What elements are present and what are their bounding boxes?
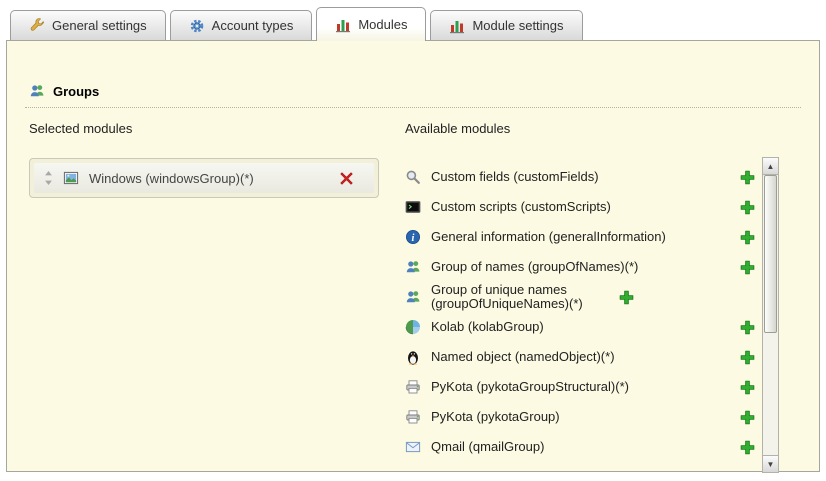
- modules-icon: [335, 17, 351, 33]
- printer-icon: [405, 379, 421, 395]
- add-module-icon[interactable]: [740, 170, 755, 185]
- section-heading: Groups: [29, 83, 99, 99]
- terminal-icon: [405, 199, 421, 215]
- selected-module-row[interactable]: Windows (windowsGroup)(*): [34, 163, 374, 193]
- available-module-row: PyKota (pykotaGroup): [405, 402, 761, 432]
- module-label: Kolab (kolabGroup): [431, 320, 730, 334]
- selected-modules-box: Windows (windowsGroup)(*): [29, 158, 379, 198]
- available-module-row: PyKota (pykotaGroupStructural)(*): [405, 372, 761, 402]
- scroll-up-icon[interactable]: ▲: [763, 158, 778, 175]
- section-title: Groups: [53, 84, 99, 99]
- module-label: Qmail (qmailGroup): [431, 440, 730, 454]
- add-module-icon[interactable]: [740, 320, 755, 335]
- add-module-icon[interactable]: [740, 350, 755, 365]
- available-module-row: General information (generalInformation): [405, 222, 761, 252]
- group-icon: [29, 83, 45, 99]
- available-module-row: Kolab (kolabGroup): [405, 312, 761, 342]
- scroll-down-icon[interactable]: ▼: [763, 455, 778, 472]
- magnifier-icon: [405, 169, 421, 185]
- drag-handle-icon[interactable]: [44, 171, 53, 185]
- tab-label: General settings: [52, 18, 147, 33]
- available-module-row: Qmail (qmailGroup): [405, 432, 761, 462]
- wrench-icon: [29, 18, 45, 34]
- selected-modules-heading: Selected modules: [29, 121, 379, 136]
- printer-icon: [405, 409, 421, 425]
- modules-icon: [449, 18, 465, 34]
- available-modules-list: Custom fields (customFields) Custom scri…: [405, 162, 761, 462]
- dotted-divider: [25, 107, 801, 108]
- mail-icon: [405, 439, 421, 455]
- info-icon: [405, 229, 421, 245]
- selected-module-label: Windows (windowsGroup)(*): [89, 171, 254, 186]
- group-icon: [405, 259, 421, 275]
- available-modules-scrollbar[interactable]: ▲ ▼: [762, 157, 779, 473]
- selected-modules-column: Selected modules Windows (windowsGroup)(…: [29, 121, 379, 198]
- add-module-icon[interactable]: [740, 410, 755, 425]
- module-label: Custom scripts (customScripts): [431, 200, 730, 214]
- available-module-row: Named object (namedObject)(*): [405, 342, 761, 372]
- tab-account-types[interactable]: Account types: [170, 10, 313, 40]
- available-modules-column: Available modules Custom fields (customF…: [405, 121, 761, 462]
- available-module-row: Custom fields (customFields): [405, 162, 761, 192]
- module-label: Custom fields (customFields): [431, 170, 730, 184]
- module-label: PyKota (pykotaGroupStructural)(*): [431, 380, 730, 394]
- available-module-row: Group of names (groupOfNames)(*): [405, 252, 761, 282]
- add-module-icon[interactable]: [740, 200, 755, 215]
- module-label: Group of names (groupOfNames)(*): [431, 260, 730, 274]
- add-module-icon[interactable]: [740, 440, 755, 455]
- tab-label: Account types: [212, 18, 294, 33]
- add-module-icon[interactable]: [740, 380, 755, 395]
- module-label: Named object (namedObject)(*): [431, 350, 730, 364]
- available-modules-heading: Available modules: [405, 121, 761, 136]
- modules-panel: Groups Selected modules Windows (windows…: [6, 40, 820, 472]
- module-label: Group of unique names (groupOfUniqueName…: [431, 283, 609, 311]
- gear-icon: [189, 18, 205, 34]
- penguin-icon: [405, 349, 421, 365]
- tab-label: Module settings: [472, 18, 563, 33]
- module-label: PyKota (pykotaGroup): [431, 410, 730, 424]
- windows-module-icon: [63, 170, 79, 186]
- tab-module-settings[interactable]: Module settings: [430, 10, 582, 40]
- tab-general-settings[interactable]: General settings: [10, 10, 166, 40]
- delete-icon[interactable]: [339, 171, 354, 186]
- kolab-icon: [405, 319, 421, 335]
- available-module-row: Custom scripts (customScripts): [405, 192, 761, 222]
- add-module-icon[interactable]: [619, 290, 634, 305]
- module-label: General information (generalInformation): [431, 230, 730, 244]
- group-icon: [405, 289, 421, 305]
- add-module-icon[interactable]: [740, 230, 755, 245]
- add-module-icon[interactable]: [740, 260, 755, 275]
- tab-bar: General settings Account types Modules M…: [10, 7, 583, 40]
- scrollbar-thumb[interactable]: [764, 175, 777, 333]
- tab-modules[interactable]: Modules: [316, 7, 426, 41]
- available-module-row: Group of unique names (groupOfUniqueName…: [405, 282, 761, 312]
- tab-label: Modules: [358, 17, 407, 32]
